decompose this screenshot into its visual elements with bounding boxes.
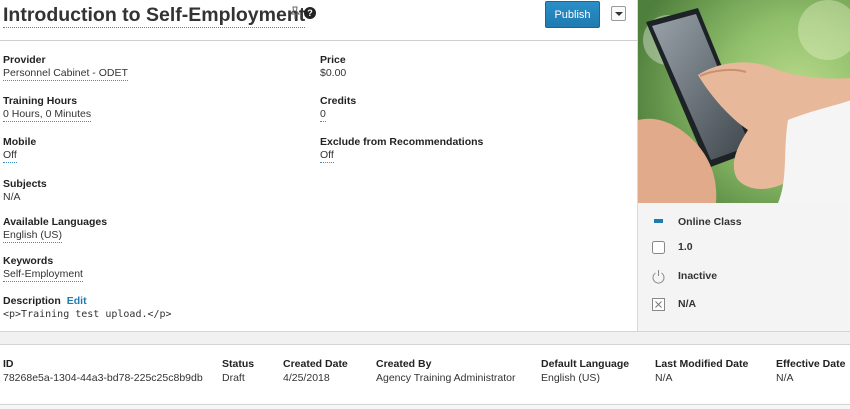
- course-type-row: Online Class: [651, 214, 742, 230]
- status-text: Inactive: [678, 270, 718, 282]
- online-class-icon: [654, 218, 663, 223]
- field-label: Available Languages: [3, 216, 108, 228]
- help-icon[interactable]: ?: [304, 7, 316, 19]
- status-row: Inactive: [651, 268, 717, 284]
- field-training-hours: Training Hours 0 Hours, 0 Minutes: [3, 95, 92, 122]
- close-icon: [652, 297, 665, 311]
- meta-value: 4/25/2018: [283, 372, 330, 384]
- languages-value[interactable]: English (US): [3, 229, 62, 243]
- meta-label: Created Date: [283, 358, 348, 370]
- field-label: Subjects: [3, 178, 47, 190]
- meta-value: N/A: [776, 372, 794, 384]
- price-value: $0.00: [320, 67, 347, 79]
- bottom-divider: [0, 404, 850, 409]
- description-value: <p>Training test upload.</p>: [3, 309, 172, 320]
- meta-value: Draft: [222, 372, 245, 384]
- field-price: Price $0.00: [320, 54, 346, 80]
- meta-effective-date: Effective Date N/A: [776, 358, 845, 385]
- meta-label: Status: [222, 358, 255, 370]
- field-label: Training Hours: [3, 95, 78, 107]
- meta-label: ID: [3, 358, 14, 370]
- meta-created-date: Created Date 4/25/2018: [283, 358, 348, 385]
- field-description: Description Edit <p>Training test upload.…: [3, 295, 172, 321]
- meta-created-by: Created By Agency Training Administrator: [376, 358, 515, 385]
- other-row: N/A: [651, 296, 696, 312]
- meta-value: 78268e5a-1304-44a3-bd78-225c25c8b9db: [3, 372, 203, 384]
- summary-sidebar: Online Class 1.0 Inactive N/A: [637, 0, 850, 331]
- field-label: Keywords: [3, 255, 54, 267]
- field-credits: Credits 0: [320, 95, 356, 122]
- mobile-value[interactable]: Off: [3, 149, 17, 163]
- field-label: Credits: [320, 95, 357, 107]
- subjects-value: N/A: [3, 191, 21, 203]
- meta-label: Default Language: [541, 358, 630, 370]
- field-label: Provider: [3, 54, 46, 66]
- edit-description-link[interactable]: Edit: [67, 295, 87, 307]
- field-keywords: Keywords Self-Employment: [3, 255, 83, 282]
- version-text: 1.0: [678, 241, 693, 253]
- power-icon: [652, 269, 665, 284]
- provider-value[interactable]: Personnel Cabinet - ODET: [3, 67, 128, 81]
- field-exclude-recommendations: Exclude from Recommendations Off: [320, 136, 483, 163]
- field-available-languages: Available Languages English (US): [3, 216, 107, 243]
- meta-default-language: Default Language English (US): [541, 358, 629, 385]
- publish-button[interactable]: Publish: [545, 1, 600, 28]
- course-image: [638, 0, 850, 203]
- field-subjects: Subjects N/A: [3, 178, 47, 204]
- training-hours-value[interactable]: 0 Hours, 0 Minutes: [3, 108, 92, 122]
- meta-last-modified: Last Modified Date N/A: [655, 358, 748, 385]
- version-icon: [652, 240, 665, 254]
- other-text: N/A: [678, 298, 697, 310]
- meta-label: Created By: [376, 358, 432, 370]
- meta-value: English (US): [541, 372, 600, 384]
- meta-label: Last Modified Date: [655, 358, 749, 370]
- meta-value: Agency Training Administrator: [376, 372, 516, 384]
- meta-label: Effective Date: [776, 358, 846, 370]
- version-row: 1.0: [651, 239, 693, 255]
- field-label: Mobile: [3, 136, 37, 148]
- credits-value[interactable]: 0: [320, 108, 326, 122]
- field-mobile: Mobile Off: [3, 136, 36, 163]
- field-label: Exclude from Recommendations: [320, 136, 484, 148]
- page-header: Introduction to Self-Employment ? Publis…: [0, 0, 638, 41]
- keywords-value[interactable]: Self-Employment: [3, 268, 83, 282]
- section-divider: [0, 331, 850, 345]
- page-title[interactable]: Introduction to Self-Employment: [3, 3, 306, 28]
- field-provider: Provider Personnel Cabinet - ODET: [3, 54, 128, 81]
- meta-id: ID 78268e5a-1304-44a3-bd78-225c25c8b9db: [3, 358, 203, 385]
- meta-status: Status Draft: [222, 358, 254, 385]
- exclude-value[interactable]: Off: [320, 149, 334, 163]
- course-type-text: Online Class: [678, 216, 742, 228]
- field-label: Description: [3, 295, 61, 307]
- meta-value: N/A: [655, 372, 673, 384]
- details-panel: Introduction to Self-Employment ? Publis…: [0, 0, 638, 331]
- actions-dropdown-button[interactable]: [611, 6, 626, 21]
- field-label: Price: [320, 54, 346, 66]
- pin-icon[interactable]: [289, 6, 301, 20]
